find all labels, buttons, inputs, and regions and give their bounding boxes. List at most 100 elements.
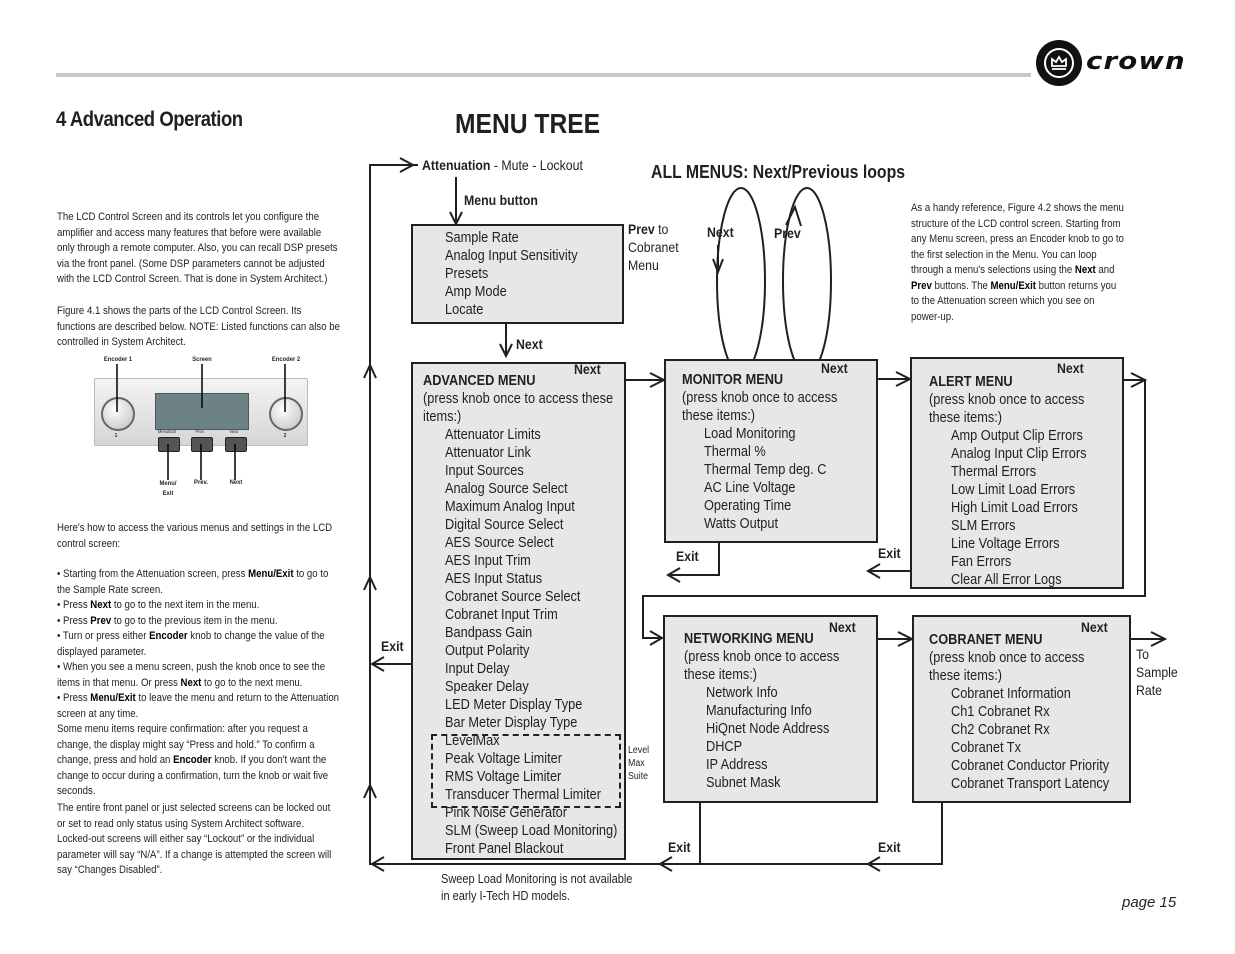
cobranet-menu-item: Cobranet Information [951,686,1071,702]
cobranet-next-label: Next [1081,619,1108,635]
levelmax-line3: Suite [628,771,649,782]
networking-menu-item: Network Info [706,685,778,701]
alert-next-label: Next [1057,360,1084,376]
advanced-menu-item: Bandpass Gain [445,625,533,641]
to-sample-line3: Rate [1136,682,1163,698]
next-label-top: Next [516,336,543,352]
cobranet-exit-label: Exit [878,839,901,855]
menu-button-label: Menu button [464,192,538,208]
alert-menu-item: Line Voltage Errors [951,536,1060,552]
advanced-menu-item: Input Delay [445,661,510,677]
page-number: page 15 [1122,894,1177,911]
cobranet-menu-desc2: these items:) [929,668,1003,684]
advanced-menu-box: ADVANCED MENU (press knob once to access… [411,362,626,860]
advanced-menu-item: AES Source Select [445,535,554,551]
monitor-menu-desc2: these items:) [682,408,756,424]
networking-menu-desc: (press knob once to access [684,649,840,665]
monitor-menu-item: Load Monitoring [704,426,796,442]
monitor-next-label: Next [821,360,848,376]
loop-prev-label: Prev [774,225,801,241]
advanced-menu-item: Cobranet Source Select [445,589,581,605]
monitor-menu-item: AC Line Voltage [704,480,796,496]
monitor-menu-title: MONITOR MENU [682,372,784,388]
cobranet-menu-item: Cobranet Conductor Priority [951,758,1110,774]
to-sample-line1: To [1136,646,1150,662]
alert-menu-item: High Limit Load Errors [951,500,1078,516]
prev-bold: Prev [628,221,655,237]
alert-menu-desc2: these items:) [929,410,1003,426]
networking-menu-item: DHCP [706,739,743,755]
slm-note-line1: Sweep Load Monitoring is not available [441,872,633,886]
alert-menu-item: Amp Output Clip Errors [951,428,1083,444]
slm-note-line2: in early I-Tech HD models. [441,889,570,903]
advanced-menu-item: SLM (Sweep Load Monitoring) [445,823,618,839]
monitor-menu-item: Operating Time [704,498,792,514]
top-menu-item: Locate [445,302,484,318]
networking-exit-label: Exit [668,839,691,855]
advanced-next-label: Next [574,361,601,377]
advanced-menu-item: Maximum Analog Input [445,499,575,515]
monitor-menu-item: Thermal Temp deg. C [704,462,827,478]
levelmax-suite-label: Level Max Suite [628,744,649,783]
alert-menu-box: ALERT MENU (press knob once to access th… [910,357,1124,589]
advanced-menu-desc2: items:) [423,409,462,425]
advanced-menu-item: Input Sources [445,463,524,479]
networking-menu-items: Network Info Manufacturing Info HiQnet Nod… [684,684,839,792]
alert-exit-label: Exit [878,545,901,561]
prev-to-rest: to [654,221,669,237]
alert-menu-item: Low Limit Load Errors [951,482,1076,498]
slm-availability-note: Sweep Load Monitoring is not available i… [441,871,632,905]
cobranet-menu-item: Ch1 Cobranet Rx [951,704,1050,720]
networking-menu-item: IP Address [706,757,768,773]
advanced-menu-item: Bar Meter Display Type [445,715,578,731]
levelmax-suite-bracket [431,734,621,808]
networking-next-label: Next [829,619,856,635]
advanced-menu-item: Speaker Delay [445,679,529,695]
top-menu-items: Sample Rate Analog Input Sensitivity Prese… [445,229,578,319]
advanced-menu-item: Attenuator Link [445,445,531,461]
advanced-menu-item: LED Meter Display Type [445,697,583,713]
top-menu-item: Analog Input Sensitivity [445,248,578,264]
advanced-menu-item: Front Panel Blackout [445,841,564,857]
advanced-menu-item: Analog Source Select [445,481,568,497]
alert-menu-items: Amp Output Clip Errors Analog Input Clip … [929,427,1086,589]
prev-to-line2: Menu [628,257,659,273]
loops-title: ALL MENUS: Next/Previous loops [651,162,906,182]
levelmax-line2: Max [628,758,645,769]
alert-menu-desc: (press knob once to access [929,392,1085,408]
advanced-menu-desc: (press knob once to access these [423,391,614,407]
levelmax-line1: Level [628,745,650,756]
advanced-menu-item: Output Polarity [445,643,530,659]
top-menu-item: Amp Mode [445,284,507,300]
networking-menu-box: NETWORKING MENU (press knob once to acce… [663,615,878,803]
top-menu-box: Sample Rate Analog Input Sensitivity Prese… [411,224,624,324]
monitor-menu-item: Thermal % [704,444,766,460]
networking-menu-title: NETWORKING MENU [684,631,814,647]
networking-menu-item: Subnet Mask [706,775,781,791]
networking-menu-item: HiQnet Node Address [706,721,830,737]
monitor-menu-items: Load Monitoring Thermal % Thermal Temp deg… [682,425,837,533]
cobranet-menu-box: COBRANET MENU (press knob once to access… [912,615,1131,803]
advanced-exit-label: Exit [381,638,404,654]
top-menu-item: Sample Rate [445,230,519,246]
cobranet-menu-item: Cobranet Tx [951,740,1021,756]
prev-to-cobranet-note: Prev to Cobranet Menu [628,220,679,274]
cobranet-menu-desc: (press knob once to access [929,650,1085,666]
alert-menu-item: Analog Input Clip Errors [951,446,1087,462]
monitor-menu-item: Watts Output [704,516,778,532]
attenuation-bold: Attenuation [422,157,491,173]
monitor-menu-box: MONITOR MENU (press knob once to access … [664,359,878,543]
advanced-menu-item: Digital Source Select [445,517,564,533]
top-menu-item: Presets [445,266,489,282]
cobranet-menu-item: Ch2 Cobranet Rx [951,722,1050,738]
alert-menu-item: Clear All Error Logs [951,572,1062,588]
alert-menu-item: Fan Errors [951,554,1012,570]
attenuation-rest: - Mute - Lockout [490,157,583,173]
prev-to-line1: Cobranet [628,239,679,255]
to-sample-rate-note: To Sample Rate [1136,645,1178,699]
monitor-exit-label: Exit [676,548,699,564]
alert-menu-item: Thermal Errors [951,464,1037,480]
cobranet-menu-items: Cobranet Information Ch1 Cobranet Rx Ch2 C… [929,685,1109,793]
advanced-menu-item: Attenuator Limits [445,427,541,443]
monitor-menu-desc: (press knob once to access [682,390,838,406]
